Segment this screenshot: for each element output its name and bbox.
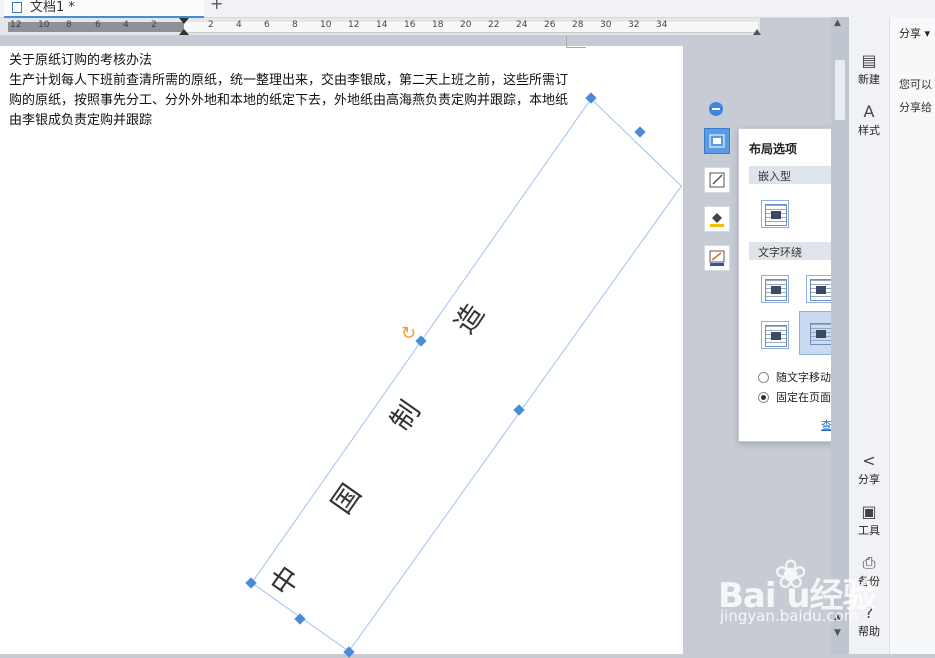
wrap-inline-icon (765, 204, 787, 226)
shape-edit-button[interactable] (704, 167, 730, 193)
ruler-number: 12 (10, 20, 22, 30)
wrap-tight-icon (810, 279, 832, 301)
ruler-number: 16 (404, 20, 416, 30)
outline-color-button[interactable] (704, 245, 730, 271)
panel-title: 布局选项 (749, 142, 798, 156)
sidebar-item-style[interactable]: A 样式 (849, 103, 889, 138)
document-tab[interactable]: 文档1 * (4, 0, 204, 18)
document-heading: 关于原纸订购的考核办法 (9, 53, 153, 68)
style-icon: A (863, 102, 875, 121)
sidebar-item-label: 样式 (858, 124, 880, 137)
layout-options-icon (709, 134, 725, 148)
ruler-number: 34 (656, 20, 668, 30)
sidebar-item-label: 分享 (858, 473, 880, 486)
move-with-text-label: 随文字移动 (776, 371, 831, 384)
share-icon: < (862, 451, 876, 470)
shape-edit-icon (709, 172, 725, 188)
share-pane-text-2: 分享给 (899, 101, 932, 114)
ruler-number: 24 (516, 20, 528, 30)
share-pane-title[interactable]: 分享 ▾ (899, 25, 930, 41)
wrap-behind-text-icon (810, 323, 832, 345)
document-paragraph: 生产计划每人下班前查清所需的原纸，统一整理出来，交由李银成，第二天上班之前，这些… (9, 73, 569, 128)
indent-marker-bottom[interactable] (179, 29, 189, 35)
baidu-watermark-url: jingyan.baidu.com (720, 607, 859, 625)
sidebar-item-new[interactable]: ▤ 新建 (849, 52, 889, 87)
document-icon (12, 2, 22, 13)
ruler-number: 6 (95, 20, 101, 30)
sidebar-item-label: 帮助 (858, 625, 880, 638)
layout-options-button[interactable] (704, 128, 730, 154)
inline-section-label: 嵌入型 (758, 170, 791, 183)
document-tab-label: 文档1 * (30, 0, 75, 15)
ruler-number: 4 (123, 20, 129, 30)
scroll-up-icon[interactable]: ▲ (834, 18, 841, 28)
indent-marker[interactable] (179, 18, 189, 24)
tools-icon: ▣ (861, 502, 877, 521)
wrap-square-icon (765, 279, 787, 301)
fill-color-button[interactable] (704, 206, 730, 232)
wrap-top-bottom-icon (765, 325, 787, 347)
sidebar-item-tools[interactable]: ▣ 工具 (849, 503, 889, 538)
new-icon: ▤ (861, 51, 877, 70)
sidebar-item-label: 工具 (858, 524, 880, 537)
ruler-number: 32 (628, 20, 640, 30)
wrap-square-button[interactable] (761, 275, 789, 303)
fill-color-icon (710, 213, 724, 227)
rotate-handle-icon[interactable]: ↻ (401, 323, 416, 344)
new-tab-button[interactable]: + (210, 0, 223, 13)
scrollbar-thumb[interactable] (835, 60, 845, 120)
move-with-text-radio[interactable] (758, 372, 769, 383)
outline-color-icon (709, 250, 725, 266)
right-indent-marker[interactable] (753, 29, 761, 35)
fix-on-page-radio[interactable] (758, 392, 769, 403)
page-corner-mark (566, 47, 586, 48)
wrap-top-bottom-button[interactable] (761, 321, 789, 349)
ruler-number: 20 (460, 20, 472, 30)
wrap-section-label: 文字环绕 (758, 246, 802, 259)
ruler-number: 4 (236, 20, 242, 30)
share-pane-text-1: 您可以 (899, 78, 932, 91)
ruler-number: 30 (600, 20, 612, 30)
ruler-number: 22 (488, 20, 500, 30)
ruler-number: 10 (38, 20, 50, 30)
page-corner-mark-v (566, 36, 567, 47)
baidu-paw-icon: ❀ (774, 552, 808, 598)
ruler-number: 26 (544, 20, 556, 30)
ruler-number: 8 (66, 20, 72, 30)
ruler-number: 10 (320, 20, 332, 30)
wrap-inline-button[interactable] (761, 200, 789, 228)
document-body[interactable]: 关于原纸订购的考核办法 生产计划每人下班前查清所需的原纸，统一整理出来，交由李银… (9, 51, 569, 131)
sidebar-item-label: 新建 (858, 73, 880, 86)
ruler-number: 2 (151, 20, 157, 30)
scroll-down-icon[interactable]: ▼ (834, 628, 841, 638)
sidebar-item-share[interactable]: < 分享 (849, 452, 889, 487)
ruler-number: 6 (264, 20, 270, 30)
ruler-number: 14 (376, 20, 388, 30)
wrap-tight-button[interactable] (806, 275, 834, 303)
share-pane: 分享 ▾ 您可以 分享给 (889, 17, 935, 654)
collapse-tools-icon[interactable] (709, 102, 723, 116)
document-page[interactable] (0, 46, 683, 654)
ruler-number: 12 (348, 20, 360, 30)
ruler-number: 28 (572, 20, 584, 30)
ruler-number: 8 (292, 20, 298, 30)
ruler-number: 18 (432, 20, 444, 30)
ruler-number: 2 (208, 20, 214, 30)
